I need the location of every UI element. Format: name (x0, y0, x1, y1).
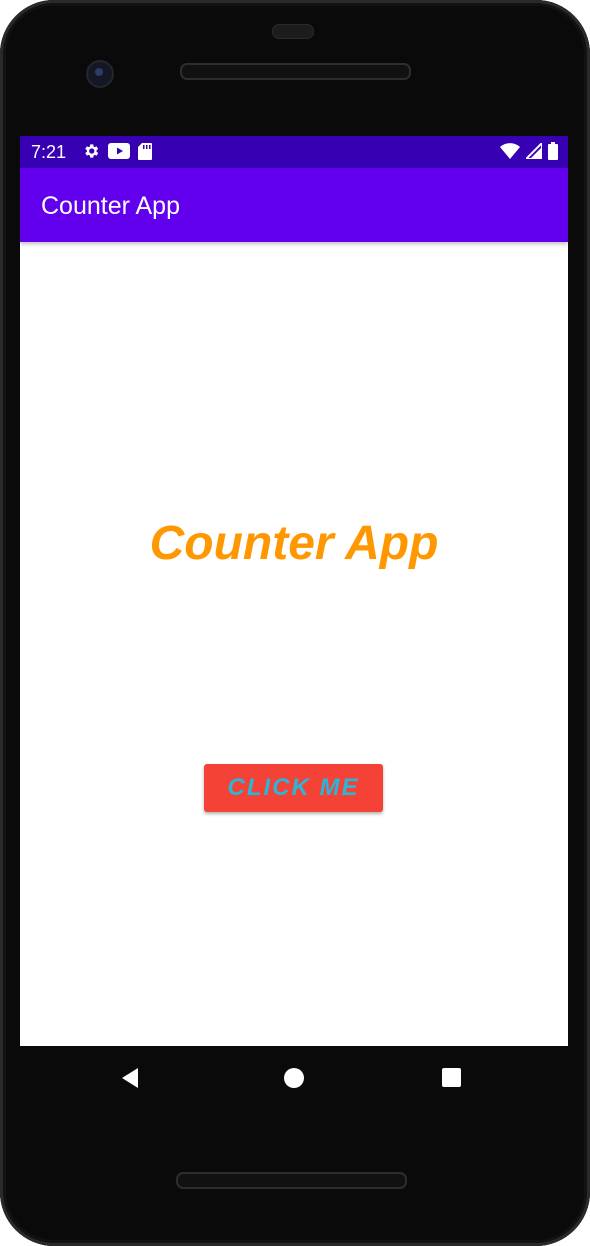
wifi-icon (500, 143, 520, 159)
click-me-button-label: CLICK ME (227, 774, 360, 801)
battery-icon (548, 142, 558, 160)
status-icons-right (500, 142, 558, 160)
screen: 7:21 Counter App Counter App CLICK ME (20, 136, 568, 1046)
gear-icon (82, 142, 100, 160)
app-bar: Counter App (20, 168, 568, 242)
click-me-button[interactable]: CLICK ME (204, 764, 383, 812)
bottom-speaker (176, 1172, 407, 1189)
proximity-sensor (272, 24, 314, 39)
app-bar-title: Counter App (41, 192, 180, 220)
recents-icon[interactable] (442, 1068, 461, 1087)
counter-heading: Counter App (149, 517, 439, 570)
phone-frame: 7:21 Counter App Counter App CLICK ME (0, 0, 590, 1246)
status-bar: 7:21 (20, 136, 568, 168)
earpiece-speaker (180, 63, 411, 80)
navigation-bar (20, 1046, 568, 1110)
front-camera (86, 60, 114, 88)
back-icon[interactable] (120, 1066, 140, 1090)
youtube-icon (108, 143, 130, 159)
signal-icon (526, 143, 542, 159)
home-icon[interactable] (284, 1068, 304, 1088)
status-icons-left (82, 142, 152, 160)
status-time: 7:21 (31, 142, 67, 162)
sd-card-icon (138, 142, 152, 160)
